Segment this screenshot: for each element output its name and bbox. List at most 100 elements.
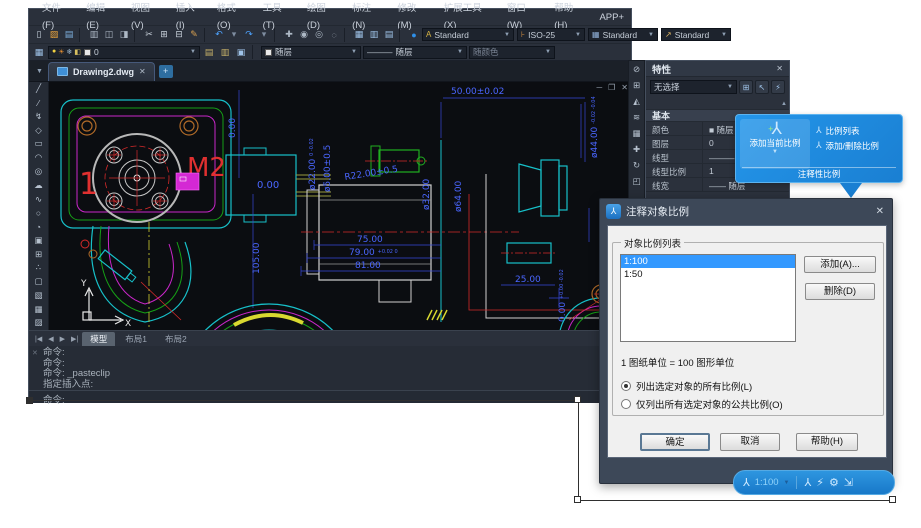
layout-tab[interactable]: 布局1 (117, 332, 155, 346)
move-icon[interactable]: ✚ (630, 143, 644, 156)
layer-isolate-icon[interactable]: ▥ (218, 45, 232, 59)
hatch-icon[interactable]: ▨ (31, 317, 47, 329)
annotation-visibility-icon[interactable]: ⅄ (804, 476, 811, 489)
image-icon[interactable]: ▧ (31, 289, 47, 301)
select-objects-icon[interactable]: ↖ (755, 80, 769, 94)
mleader-style-combo[interactable]: ↗ Standard ▼ (661, 28, 731, 41)
grip-handle[interactable] (889, 496, 896, 503)
grip-handle[interactable] (26, 397, 33, 404)
current-scale-value[interactable]: 1:100 (755, 477, 779, 488)
layer-walk-icon[interactable]: ▤ (382, 28, 396, 42)
tab-list-caret-icon[interactable]: ▼ (31, 68, 48, 75)
text-style-combo[interactable]: A Standard ▼ (422, 28, 514, 41)
copy-object-icon[interactable]: ⊞ (630, 79, 644, 92)
polyline-icon[interactable]: ↯ (31, 110, 47, 122)
rectangle-icon[interactable]: ▭ (31, 138, 47, 150)
erase-icon[interactable]: ⊘ (630, 63, 644, 76)
toolbar-separator[interactable] (134, 28, 139, 42)
spline-icon[interactable]: ∿ (31, 193, 47, 205)
dim-style-combo[interactable]: ⊦ ISO-25 ▼ (517, 28, 585, 41)
table-icon[interactable]: ▦ (31, 303, 47, 315)
delete-scale-button[interactable]: 删除(D) (805, 283, 875, 300)
scale-listbox[interactable]: 1:1001:50 (620, 254, 796, 342)
menu-item[interactable]: APP+ (592, 9, 631, 26)
grip-handle[interactable] (574, 396, 581, 403)
pickadd-toggle-icon[interactable]: ⊞ (739, 80, 753, 94)
dialog-close-icon[interactable]: ✕ (876, 206, 884, 217)
first-layout-icon[interactable]: |◀ (33, 335, 44, 343)
command-line-window[interactable]: ✕ 命令:命令:命令: _pasteclip指定插入点: 命令: (29, 346, 631, 403)
autoscale-icon[interactable]: ⚡ (816, 476, 824, 489)
redo-icon[interactable]: ↷ (242, 28, 256, 42)
line-icon[interactable]: ╱ (31, 83, 47, 95)
selection-polyline-right[interactable] (578, 400, 579, 501)
add-scale-button[interactable]: 添加(A)... (804, 256, 876, 273)
ok-button[interactable]: 确定 (640, 433, 710, 451)
region-icon[interactable]: ▢ (31, 276, 47, 288)
scale-list-item[interactable]: 1:50 (621, 268, 795, 281)
new-tab-button[interactable]: + (159, 65, 173, 78)
layout-tab[interactable]: 模型 (82, 332, 115, 346)
toolbar-separator[interactable] (79, 28, 84, 42)
command-input[interactable]: 命令: (29, 390, 631, 403)
selection-combo[interactable]: 无选择 ▼ (650, 80, 737, 94)
properties-close-icon[interactable]: ✕ (776, 64, 783, 73)
clean-screen-icon[interactable]: ⇲ (844, 476, 853, 489)
match-properties-icon[interactable]: ✎ (187, 28, 201, 42)
radio-common-scales-only[interactable]: 仅列出所有选定对象的公共比例(O) (621, 397, 783, 411)
last-layout-icon[interactable]: ▶| (69, 335, 80, 343)
scroll-up-icon[interactable]: ▲ (781, 101, 787, 107)
linetype-combo[interactable]: ——— 随层 ▼ (363, 46, 467, 59)
scale-list-item[interactable]: 1:100 (621, 255, 795, 268)
color-combo[interactable]: 随层 ▼ (261, 46, 361, 59)
next-layout-icon[interactable]: ▶ (58, 335, 67, 343)
drawing-canvas[interactable]: ─ ❐ ✕ (49, 82, 631, 330)
cancel-button[interactable]: 取消 (720, 433, 780, 451)
revision-cloud-icon[interactable]: ☁ (31, 179, 47, 191)
undo-dropdown-icon[interactable]: ▾ (227, 28, 241, 42)
zoom-window-icon[interactable]: ◎ (312, 28, 326, 42)
ellipse-arc-icon[interactable]: ◔ (31, 221, 47, 233)
command-close-icon[interactable]: ✕ (32, 349, 38, 357)
redo-dropdown-icon[interactable]: ▾ (257, 28, 271, 42)
selection-polyline-top[interactable] (29, 400, 578, 401)
toolbar-separator[interactable] (274, 28, 279, 42)
add-current-scale-button[interactable]: +⅄ 添加当前比例 ▼ (740, 119, 810, 169)
quick-select-icon[interactable]: ⚡ (771, 80, 785, 94)
rotate-icon[interactable]: ↻ (630, 159, 644, 172)
layer-manager-icon[interactable]: ▦ (32, 45, 46, 59)
offset-icon[interactable]: ≋ (630, 111, 644, 124)
undo-icon[interactable]: ↶ (212, 28, 226, 42)
plotstyle-combo[interactable]: 随颜色 ▼ (469, 46, 555, 59)
gear-icon[interactable]: ⚙ (829, 476, 839, 489)
new-file-icon[interactable]: ▯ (32, 28, 46, 42)
open-folder-icon[interactable]: ▨ (47, 28, 61, 42)
grip-handle[interactable] (574, 496, 581, 503)
layer-lock-toggle-icon[interactable]: ▣ (234, 45, 248, 59)
publish-icon[interactable]: ◨ (117, 28, 131, 42)
toolbar-separator[interactable] (204, 28, 209, 42)
layer-combo[interactable]: ●☀❄◧ 0 ▼ (48, 46, 200, 59)
paste-icon[interactable]: ⊟ (172, 28, 186, 42)
radio-list-all-scales[interactable]: 列出选定对象的所有比例(L) (621, 379, 752, 393)
zoom-previous-icon[interactable]: ◌ (327, 28, 341, 42)
minimize-icon[interactable]: ─ (596, 83, 602, 92)
polygon-icon[interactable]: ◇ (31, 124, 47, 136)
create-block-icon[interactable]: ⊞ (31, 248, 47, 260)
scale-icon[interactable]: ◰ (630, 175, 644, 188)
array-icon[interactable]: ▦ (630, 127, 644, 140)
layer-properties-icon[interactable]: ▦ (352, 28, 366, 42)
preview-icon[interactable]: ◫ (102, 28, 116, 42)
layer-previous-icon[interactable]: ▤ (202, 45, 216, 59)
toolbar-separator[interactable] (344, 28, 349, 42)
help-button[interactable]: 帮助(H) (796, 433, 858, 451)
tab-close-icon[interactable]: ✕ (139, 67, 146, 76)
circle-icon[interactable]: ◎ (31, 165, 47, 177)
close-icon[interactable]: ✕ (621, 83, 628, 92)
copy-icon[interactable]: ⊞ (157, 28, 171, 42)
ellipse-icon[interactable]: ○ (31, 207, 47, 219)
layer-states-icon[interactable]: ▥ (367, 28, 381, 42)
selection-polyline-bottom[interactable] (578, 500, 893, 501)
prev-layout-icon[interactable]: ◀ (46, 335, 55, 343)
layout-tab[interactable]: 布局2 (157, 332, 195, 346)
